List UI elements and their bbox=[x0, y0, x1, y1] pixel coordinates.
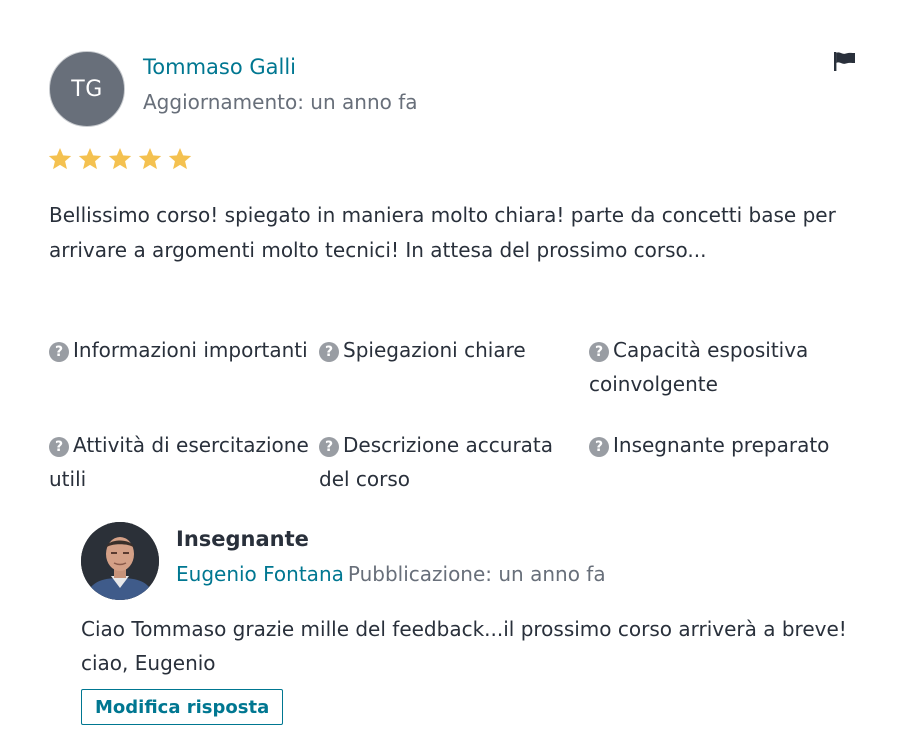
attribute-item: ? Capacità espositiva coinvolgente bbox=[589, 333, 859, 401]
attribute-label: Capacità espositiva coinvolgente bbox=[589, 338, 809, 396]
star-icon bbox=[78, 147, 102, 170]
attribute-label: Informazioni importanti bbox=[73, 338, 308, 362]
question-circle-icon[interactable]: ? bbox=[319, 437, 339, 457]
attribute-item: ? Insegnante preparato bbox=[589, 428, 859, 496]
star-rating bbox=[47, 146, 193, 172]
attribute-item: ? Attività di esercitazione utili bbox=[49, 428, 319, 496]
question-circle-icon[interactable]: ? bbox=[589, 437, 609, 457]
star-icon bbox=[108, 147, 132, 170]
question-circle-icon[interactable]: ? bbox=[49, 437, 69, 457]
instructor-avatar bbox=[81, 522, 159, 600]
review-attributes: ? Informazioni importanti ? Spiegazioni ch… bbox=[49, 333, 859, 496]
edit-response-button[interactable]: Modifica risposta bbox=[81, 689, 284, 725]
attribute-item: ? Informazioni importanti bbox=[49, 333, 319, 401]
star-icon bbox=[168, 147, 192, 170]
attribute-label: Descrizione accurata del corso bbox=[319, 433, 554, 491]
attribute-item: ? Descrizione accurata del corso bbox=[319, 428, 589, 496]
avatar-initials: TG bbox=[71, 76, 103, 102]
instructor-photo bbox=[81, 522, 159, 600]
response-published-date: Pubblicazione: un anno fa bbox=[347, 562, 606, 586]
attribute-label: Attività di esercitazione utili bbox=[49, 433, 309, 491]
star-icon bbox=[48, 147, 72, 170]
star-icon bbox=[138, 147, 162, 170]
attribute-item: ? Spiegazioni chiare bbox=[319, 333, 589, 401]
reviewer-name-link[interactable]: Tommaso Galli bbox=[143, 55, 296, 79]
response-text: Ciao Tommaso grazie mille del feedback..… bbox=[81, 617, 847, 675]
question-circle-icon[interactable]: ? bbox=[319, 342, 339, 362]
response-meta: Eugenio Fontana Pubblicazione: un anno fa bbox=[176, 562, 606, 586]
reviewer-avatar: TG bbox=[49, 51, 125, 127]
flag-icon[interactable] bbox=[832, 51, 856, 71]
review-text: Bellissimo corso! spiegato in maniera mo… bbox=[49, 203, 836, 262]
attribute-label: Spiegazioni chiare bbox=[343, 338, 526, 362]
question-circle-icon[interactable]: ? bbox=[589, 342, 609, 362]
response-role: Insegnante bbox=[176, 527, 309, 551]
question-circle-icon[interactable]: ? bbox=[49, 342, 69, 362]
instructor-name-link[interactable]: Eugenio Fontana bbox=[176, 562, 344, 586]
attribute-label: Insegnante preparato bbox=[613, 433, 830, 457]
review-updated-date: Aggiornamento: un anno fa bbox=[143, 90, 418, 114]
